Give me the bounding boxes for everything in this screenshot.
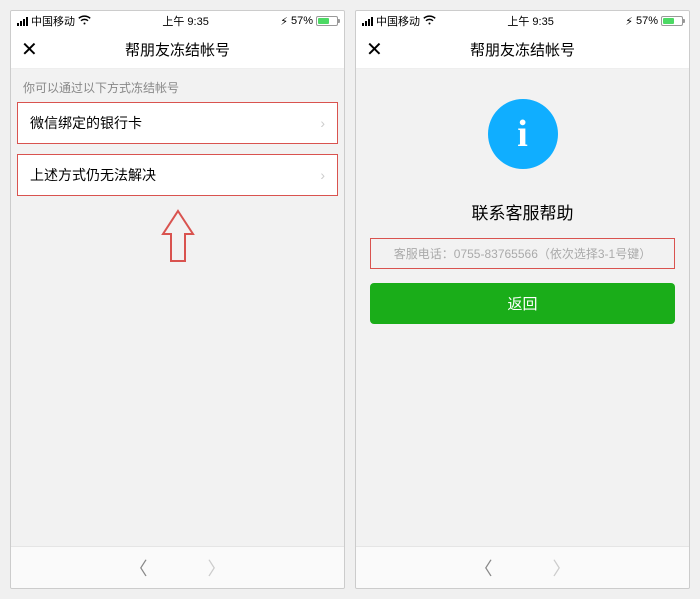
nav-back-icon[interactable]: 〈	[475, 555, 493, 581]
phone-screen-2: 中国移动 上午 9:35 ⚡︎ 57% ✕ 帮朋友冻结帐号 i 联系客服帮助 客…	[355, 10, 690, 589]
status-time: 上午 9:35	[507, 13, 553, 29]
info-icon: i	[488, 99, 558, 169]
status-bar: 中国移动 上午 9:35 ⚡︎ 57%	[11, 11, 344, 31]
service-phone-box[interactable]: 客服电话：0755-83765566（依次选择3-1号键）	[370, 238, 675, 269]
nav-bar: ✕ 帮朋友冻结帐号	[11, 31, 344, 69]
chevron-right-icon: ›	[320, 167, 325, 183]
nav-back-icon[interactable]: 〈	[130, 555, 148, 581]
battery-percent: 57%	[636, 15, 658, 27]
chevron-right-icon: ›	[320, 115, 325, 131]
option-label: 微信绑定的银行卡	[30, 113, 142, 133]
content-area: i 联系客服帮助 客服电话：0755-83765566（依次选择3-1号键） 返…	[356, 69, 689, 546]
status-bar: 中国移动 上午 9:35 ⚡︎ 57%	[356, 11, 689, 31]
option-label: 上述方式仍无法解决	[30, 165, 156, 185]
battery-icon	[316, 16, 338, 26]
phone-screen-1: 中国移动 上午 9:35 ⚡︎ 57% ✕ 帮朋友冻结帐号 你可以通过以下方式冻…	[10, 10, 345, 589]
annotation-arrow	[11, 206, 344, 271]
bottom-nav: 〈 〉	[356, 546, 689, 588]
back-button[interactable]: 返回	[370, 283, 675, 324]
nav-forward-icon: 〉	[208, 555, 226, 581]
charging-icon: ⚡︎	[625, 15, 633, 28]
close-icon[interactable]: ✕	[21, 37, 51, 62]
option-bank-card[interactable]: 微信绑定的银行卡 ›	[17, 102, 338, 144]
bottom-nav: 〈 〉	[11, 546, 344, 588]
content-area: 你可以通过以下方式冻结帐号 微信绑定的银行卡 › 上述方式仍无法解决 ›	[11, 69, 344, 546]
nav-bar: ✕ 帮朋友冻结帐号	[356, 31, 689, 69]
wifi-icon	[423, 14, 436, 28]
battery-percent: 57%	[291, 15, 313, 27]
close-icon[interactable]: ✕	[366, 37, 396, 62]
carrier-label: 中国移动	[31, 13, 75, 29]
signal-icon	[362, 16, 373, 26]
option-cannot-resolve[interactable]: 上述方式仍无法解决 ›	[17, 154, 338, 196]
wifi-icon	[78, 14, 91, 28]
battery-icon	[661, 16, 683, 26]
page-title: 帮朋友冻结帐号	[396, 39, 649, 60]
headline: 联系客服帮助	[356, 199, 689, 224]
status-time: 上午 9:35	[162, 13, 208, 29]
arrow-up-icon	[158, 206, 198, 266]
carrier-label: 中国移动	[376, 13, 420, 29]
hint-text: 你可以通过以下方式冻结帐号	[11, 69, 344, 102]
page-title: 帮朋友冻结帐号	[51, 39, 304, 60]
nav-forward-icon: 〉	[553, 555, 571, 581]
charging-icon: ⚡︎	[280, 15, 288, 28]
signal-icon	[17, 16, 28, 26]
